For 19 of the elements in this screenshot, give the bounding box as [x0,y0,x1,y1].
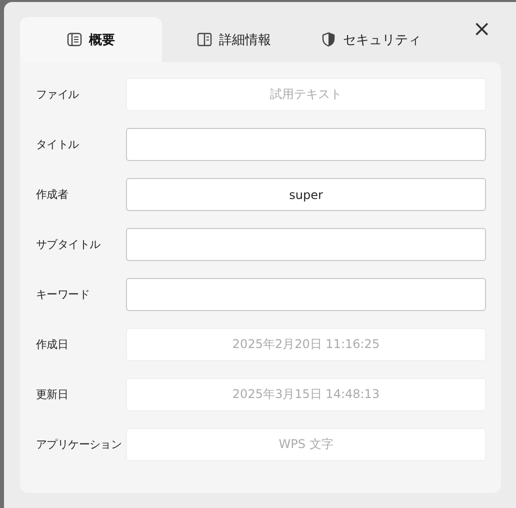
field-label: 更新日 [36,387,70,402]
field-label: キーワード [36,287,91,302]
input-field[interactable] [126,278,486,311]
tab[interactable]: セキュリティ [306,17,436,62]
field-label: 作成者 [36,187,70,202]
tab[interactable]: 概要 [20,17,162,62]
document-icon [67,32,82,47]
input-field[interactable]: super [126,178,486,211]
input-field[interactable] [126,128,486,161]
field-label: ファイル [36,87,80,102]
input-field[interactable] [126,228,486,261]
book-icon [197,32,212,47]
field-label: アプリケーション [36,437,123,452]
close-button[interactable]: × [466,19,497,41]
tab[interactable]: 詳細情報 [162,17,306,62]
field-label: サブタイトル [36,237,102,252]
field-label: タイトル [36,137,80,152]
field-label: 作成日 [36,337,70,352]
shield-icon [321,32,336,47]
